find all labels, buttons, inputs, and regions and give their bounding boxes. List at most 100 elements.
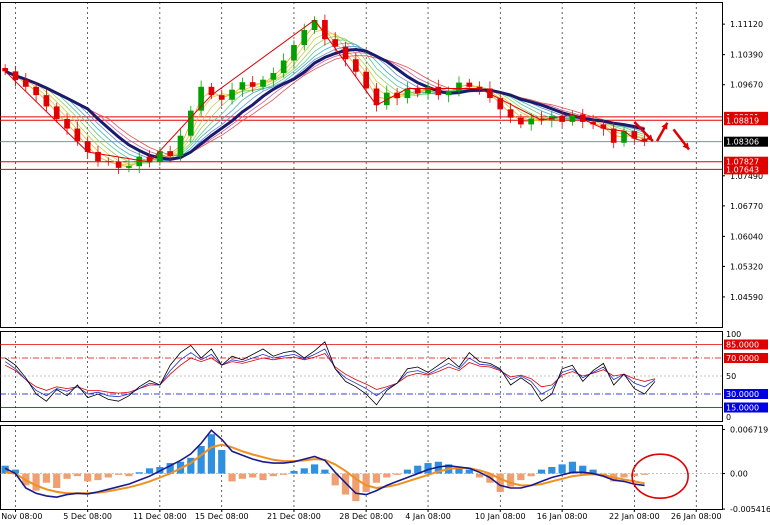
rsi-level-tag: 30.0000 [726,390,759,399]
candle-body [342,46,349,60]
candle-body [126,166,132,168]
candle-body [239,82,246,90]
level-price-tag: 1.08819 [726,116,759,125]
rsi-level-tag: 85.0000 [726,341,759,350]
candle-body [64,118,70,129]
candle-body [33,86,39,96]
macd-histogram-bar [383,473,391,478]
macd-histogram-bar [290,470,298,474]
trading-chart[interactable]: 1.111201.103901.096701.074901.067701.060… [0,0,770,525]
candle-body [425,86,431,94]
macd-histogram-bar [115,473,123,475]
candle-body [198,86,204,111]
candle-body [187,110,194,136]
price-tick-label: 1.11120 [730,20,763,29]
candle-body [363,71,369,89]
level-price-tag: 1.07643 [726,165,759,174]
macd-line [4,429,645,499]
macd-histogram-bar [63,473,71,479]
time-tick-label: 26 Jan 08:00 [671,512,722,521]
price-panel[interactable]: 1.111201.103901.096701.074901.067701.060… [0,2,768,328]
candle-body [115,161,122,168]
candle-body [218,95,225,100]
candle-body [456,82,462,91]
candle-body [466,82,473,87]
price-tick-label: 1.09670 [730,81,763,90]
macd-histogram-bar [42,473,51,483]
ribbon-ma-line [5,24,645,168]
macd-histogram-bar [280,473,288,475]
macd-histogram-bar [537,469,546,474]
candle-body [43,95,50,107]
macd-frame [0,425,723,510]
highlight-circle [631,453,689,499]
candle-body [507,109,514,118]
candle-body [301,29,308,46]
rsi-black-line [4,341,656,406]
time-tick-label: 29 Nov 08:00 [0,512,42,521]
rsi-level-tag: 15.0000 [726,404,759,413]
macd-histogram-bar [104,473,112,478]
candle-body [177,135,184,157]
macd-histogram-bar [393,473,401,475]
macd-histogram-bar [455,468,463,474]
macd-histogram-bar [269,473,277,477]
rsi-tick-label: 50 [726,372,736,381]
macd-panel[interactable]: 0.006719 0.00 -0.005416 [0,425,770,514]
macd-histogram-bar [84,473,92,482]
candle-body [22,80,29,87]
macd-histogram-bar [372,473,381,483]
macd-histogram-bar [249,473,257,478]
macd-histogram-bar [403,469,412,474]
macd-histogram-bar [197,446,205,474]
time-tick-label: 10 Jan 08:00 [475,512,526,521]
candle-body [414,88,421,94]
price-tick-label: 1.10390 [730,51,763,60]
current-price-tag: 1.08306 [726,138,759,147]
price-tick-label: 1.06040 [730,232,763,241]
candle-body [445,90,452,96]
candle-body [105,161,112,163]
macd-histogram-bar [641,473,649,475]
rsi-level-tag: 70.0000 [726,354,759,363]
candle-body [2,68,8,72]
macd-histogram-bar [517,473,525,481]
rsi-panel[interactable]: 85.0000 70.0000 30.0000 15.0000 100 50 0 [0,330,768,422]
macd-histogram-bar [321,469,329,474]
macd-histogram-bar [53,473,61,488]
candle-body [229,89,235,100]
macd-histogram-bar [558,464,566,474]
candle-body [280,60,287,74]
ribbon-ma-line [5,35,645,164]
candle-body [260,79,266,87]
rsi-tick-label: 100 [726,330,741,339]
macd-histogram-bar [527,473,535,477]
candle-body [610,128,617,143]
macd-histogram-bar [94,473,102,481]
time-axis: 29 Nov 08:00 5 Dec 08:00 11 Dec 08:00 15 De… [0,509,722,521]
candle-body [74,128,81,142]
macd-histogram-bar [207,434,216,474]
candle-body [353,59,359,72]
macd-histogram-bar [465,469,473,474]
macd-tick-label: -0.005416 [730,505,770,514]
candle-body [528,118,535,125]
macd-tick-label: 0.006719 [730,425,768,434]
price-tick-label: 1.05320 [730,262,763,271]
macd-histogram-bar [259,473,267,481]
time-tick-label: 16 Jan 08:00 [537,512,588,521]
candle-body [167,151,174,157]
rsi-tick-label: 0 [726,413,731,422]
macd-histogram-bar [228,473,236,482]
macd-tick-label: 0.00 [730,470,748,479]
time-tick-label: 4 Jan 08:00 [405,512,451,521]
ribbon-ma-line [5,33,645,165]
time-tick-label: 21 Dec 08:00 [267,512,321,521]
macd-histogram-bar [300,468,308,474]
macd-histogram-bar [341,473,350,495]
macd-histogram-bar [506,473,515,487]
macd-histogram-bar [125,473,133,477]
candle-body [270,73,277,80]
macd-histogram-bar [238,473,246,479]
time-tick-label: 5 Dec 08:00 [63,512,112,521]
